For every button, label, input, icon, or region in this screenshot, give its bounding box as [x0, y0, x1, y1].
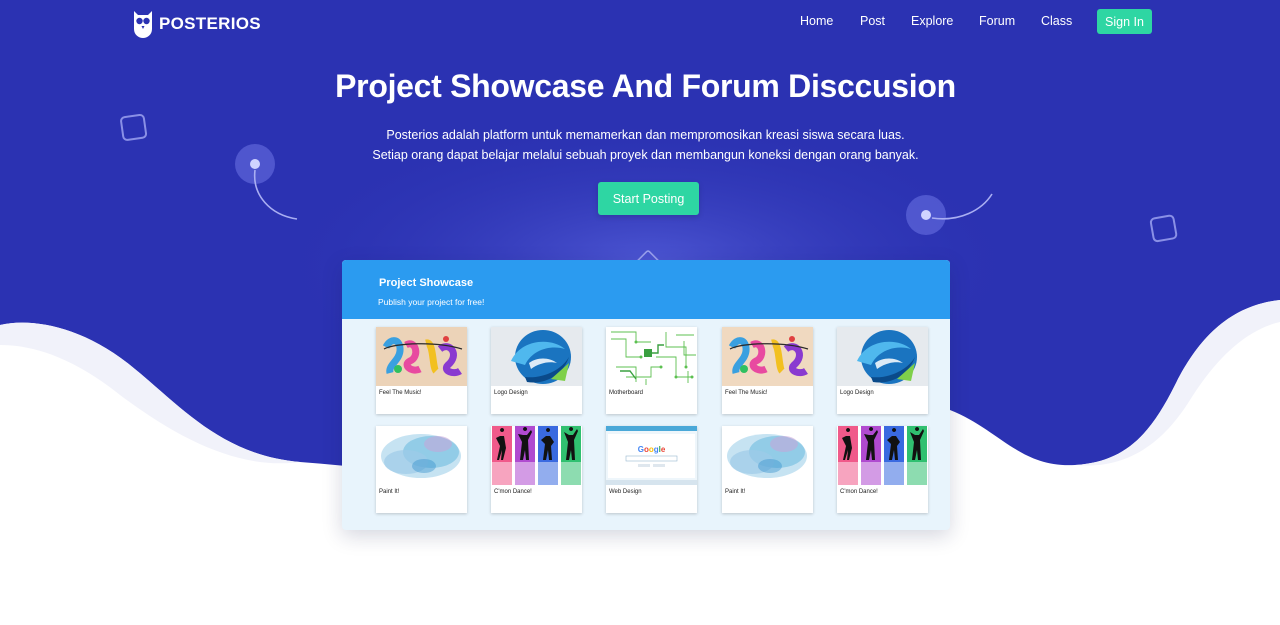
navbar: POSTERIOS Home Post Explore Forum Class …: [0, 0, 1280, 44]
nav-class[interactable]: Class: [1041, 14, 1072, 28]
watercolor-splash-image: [376, 426, 467, 485]
nav-explore[interactable]: Explore: [911, 14, 953, 28]
project-card[interactable]: Feel The Music!: [376, 327, 467, 414]
card-label: Paint It!: [725, 489, 746, 495]
nav-forum[interactable]: Forum: [979, 14, 1015, 28]
graffiti-music-image: [376, 327, 467, 386]
hero-description: Posterios adalah platform untuk memamerk…: [0, 125, 1280, 165]
showcase-header: Project Showcase Publish your project fo…: [342, 260, 950, 319]
showcase-title: Project Showcase: [379, 277, 474, 289]
graffiti-music-image: [722, 327, 813, 386]
card-label: Paint It!: [379, 489, 400, 495]
svg-text:Google: Google: [638, 445, 666, 454]
card-label: Motherboard: [609, 390, 644, 396]
nav-post[interactable]: Post: [860, 14, 885, 28]
nav-menu: Home Post Explore Forum Class: [0, 14, 1280, 34]
project-card[interactable]: Google Web Design: [606, 426, 697, 513]
watercolor-splash-image: [722, 426, 813, 485]
dancers-silhouette-image: [491, 426, 582, 485]
start-posting-button[interactable]: Start Posting: [598, 182, 699, 215]
card-label: C'mon Dance!: [494, 489, 532, 495]
project-card[interactable]: Feel The Music!: [722, 327, 813, 414]
signin-button[interactable]: Sign In: [1097, 9, 1152, 34]
blue-swirl-logo-image: [491, 327, 582, 386]
card-label: Logo Design: [494, 390, 528, 396]
hero-description-line-2: Setiap orang dapat belajar melalui sebua…: [372, 148, 919, 162]
google-homepage-image: Google: [606, 426, 697, 485]
project-card[interactable]: Paint It!: [376, 426, 467, 513]
project-card[interactable]: Paint It!: [722, 426, 813, 513]
dancers-silhouette-image: [837, 426, 928, 485]
hero-title: Project Showcase And Forum Disccusion: [335, 68, 956, 104]
showcase-subtitle: Publish your project for free!: [378, 297, 485, 307]
circuit-board-image: [606, 327, 697, 386]
card-label: Logo Design: [840, 390, 874, 396]
project-card[interactable]: C'mon Dance!: [491, 426, 582, 513]
project-card[interactable]: Logo Design: [837, 327, 928, 414]
nav-home[interactable]: Home: [800, 14, 833, 28]
blue-swirl-logo-image: [837, 327, 928, 386]
project-card[interactable]: C'mon Dance!: [837, 426, 928, 513]
card-label: Web Design: [609, 489, 642, 495]
card-label: Feel The Music!: [725, 390, 768, 396]
card-label: Feel The Music!: [379, 390, 422, 396]
showcase-panel: Project Showcase Publish your project fo…: [342, 260, 950, 530]
card-label: C'mon Dance!: [840, 489, 878, 495]
project-card[interactable]: Motherboard: [606, 327, 697, 414]
project-card[interactable]: Logo Design: [491, 327, 582, 414]
hero-description-line-1: Posterios adalah platform untuk memamerk…: [386, 128, 905, 142]
